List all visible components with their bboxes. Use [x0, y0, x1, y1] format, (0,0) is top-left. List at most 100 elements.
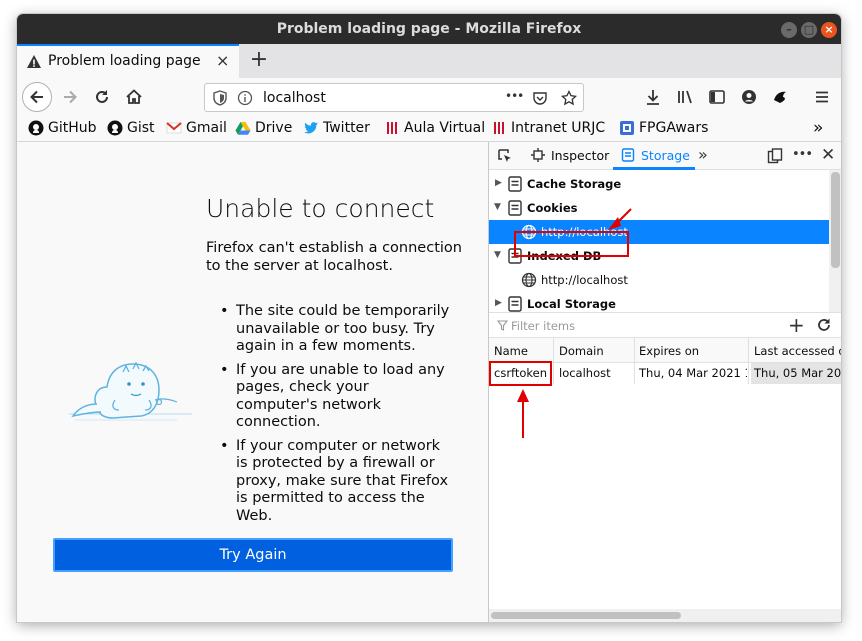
- extension-button[interactable]: [766, 83, 794, 111]
- more-tools-chevron-icon[interactable]: »: [698, 145, 708, 164]
- back-button[interactable]: [22, 82, 52, 112]
- chevron-down-icon[interactable]: ▼: [494, 250, 501, 260]
- fpgawars-icon: [620, 121, 634, 135]
- try-again-button[interactable]: Try Again: [53, 538, 453, 572]
- storage-icon: [508, 248, 522, 264]
- menu-button[interactable]: [808, 83, 836, 111]
- minimize-button[interactable]: –: [781, 22, 797, 38]
- bookmark-label: Drive: [255, 120, 293, 136]
- drive-icon: [235, 122, 251, 135]
- column-header-name[interactable]: Name: [494, 344, 528, 358]
- shield-icon[interactable]: [213, 90, 227, 106]
- tree-scrollbar[interactable]: [829, 170, 841, 312]
- tree-item-cookies-localhost[interactable]: http://localhost: [489, 220, 829, 244]
- tree-label: Local Storage: [527, 297, 616, 311]
- more-bookmarks-chevron-icon[interactable]: »: [813, 118, 823, 138]
- reload-button[interactable]: [88, 83, 116, 111]
- list-item: If you are unable to load any pages, che…: [218, 362, 454, 432]
- bookmark-gist[interactable]: Gist: [107, 120, 155, 136]
- storage-icon: [508, 200, 522, 216]
- storage-icon: [508, 296, 522, 312]
- tree-item-indexed-db[interactable]: ▼ Indexed DB: [489, 244, 829, 268]
- filter-icon: [497, 320, 508, 331]
- column-header-last-accessed[interactable]: Last accessed on: [754, 344, 841, 358]
- bookmark-fpgawars[interactable]: FPGAwars: [619, 120, 708, 136]
- bookmark-label: GitHub: [48, 120, 97, 136]
- annotation-arrow-icon: [608, 208, 632, 230]
- filter-bar: Filter items +: [489, 312, 841, 338]
- sidebar-button[interactable]: [703, 83, 731, 111]
- column-header-domain[interactable]: Domain: [559, 344, 604, 358]
- devtools-toolbar: Inspector Storage » ••• ✕: [489, 142, 841, 170]
- list-item: If your computer or network is protected…: [218, 438, 454, 526]
- arrow-left-icon: [30, 90, 43, 104]
- url-bar[interactable]: localhost •••: [204, 83, 584, 112]
- storage-tree: ▶ Cache Storage ▼ Cookies http://localho…: [489, 170, 829, 312]
- chevron-right-icon[interactable]: ▶: [495, 178, 502, 188]
- navigation-bar: localhost •••: [17, 78, 841, 116]
- download-icon: [647, 90, 659, 105]
- chevron-down-icon[interactable]: ▼: [494, 202, 501, 212]
- home-button[interactable]: [120, 83, 148, 111]
- gmail-icon: [166, 122, 182, 134]
- forward-button[interactable]: [56, 83, 84, 111]
- options-menu-icon[interactable]: •••: [792, 147, 813, 162]
- table-header: Name Domain Expires on Last accessed on: [489, 338, 841, 363]
- chevron-right-icon[interactable]: ▶: [495, 298, 502, 308]
- library-button[interactable]: [671, 83, 699, 111]
- bookmark-twitter[interactable]: Twitter: [303, 120, 370, 136]
- storage-icon: [508, 176, 522, 192]
- scrollbar-thumb[interactable]: [831, 172, 840, 268]
- pocket-icon[interactable]: [532, 90, 548, 106]
- dinosaur-illustration-icon: [69, 361, 192, 421]
- tree-label: http://localhost: [541, 273, 628, 287]
- account-button[interactable]: [735, 83, 763, 111]
- url-text[interactable]: localhost: [263, 90, 326, 106]
- bookmark-intranet-urjc[interactable]: Intranet URJC: [491, 120, 605, 136]
- library-icon: [678, 90, 692, 104]
- cell-name: csrftoken: [494, 366, 548, 380]
- table-row[interactable]: csrftoken localhost Thu, 04 Mar 2021 1… …: [489, 363, 841, 384]
- error-page: Unable to connect Firefox can't establis…: [17, 142, 488, 622]
- cell-expires: Thu, 04 Mar 2021 1…: [639, 366, 747, 380]
- bookmark-github[interactable]: GitHub: [28, 120, 97, 136]
- bookmark-label: Twitter: [323, 120, 370, 136]
- tree-item-cache-storage[interactable]: ▶ Cache Storage: [489, 172, 829, 196]
- tab-problem-loading[interactable]: Problem loading page ×: [17, 44, 239, 78]
- urjc-icon: [494, 122, 504, 134]
- tree-item-indexeddb-localhost[interactable]: http://localhost: [489, 268, 829, 292]
- star-icon[interactable]: [561, 90, 577, 106]
- twitter-icon: [304, 122, 318, 134]
- close-window-button[interactable]: ×: [821, 22, 837, 38]
- close-devtools-icon[interactable]: ✕: [821, 145, 835, 165]
- urjc-icon: [387, 122, 397, 134]
- refresh-icon[interactable]: [816, 317, 832, 333]
- tree-label: Cookies: [527, 201, 578, 215]
- arrow-right-icon: [64, 90, 77, 104]
- tab-bar: Problem loading page × +: [17, 44, 841, 78]
- bookmark-drive[interactable]: Drive: [235, 120, 292, 136]
- page-actions-icon[interactable]: •••: [505, 89, 524, 103]
- info-icon[interactable]: [237, 90, 253, 106]
- downloads-button[interactable]: [639, 83, 667, 111]
- close-tab-icon[interactable]: ×: [216, 51, 229, 70]
- element-picker-icon[interactable]: [497, 148, 513, 164]
- dock-icon[interactable]: [767, 148, 783, 164]
- tree-item-cookies[interactable]: ▼ Cookies: [489, 196, 829, 220]
- title-bar: Problem loading page - Mozilla Firefox –…: [17, 14, 841, 44]
- tree-item-local-storage[interactable]: ▶ Local Storage: [489, 292, 829, 312]
- bookmark-gmail[interactable]: Gmail: [166, 120, 227, 136]
- reload-icon: [96, 90, 108, 103]
- column-header-expires[interactable]: Expires on: [639, 344, 699, 358]
- maximize-button[interactable]: □: [801, 22, 817, 38]
- filter-input[interactable]: Filter items: [511, 319, 575, 333]
- globe-icon: [521, 272, 537, 288]
- bookmark-aula-virtual[interactable]: Aula Virtual: [384, 120, 485, 136]
- bookmark-label: FPGAwars: [639, 120, 709, 136]
- table-horizontal-scrollbar[interactable]: [489, 609, 841, 622]
- new-tab-button[interactable]: +: [247, 47, 271, 72]
- add-item-icon[interactable]: +: [788, 313, 805, 337]
- window-title: Problem loading page - Mozilla Firefox: [276, 21, 582, 37]
- tree-label: Cache Storage: [527, 177, 622, 191]
- scrollbar-thumb[interactable]: [491, 612, 681, 619]
